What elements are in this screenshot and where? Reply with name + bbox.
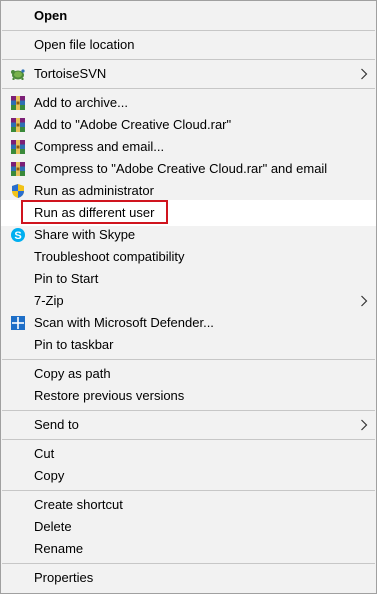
menu-item-label: Scan with Microsoft Defender...: [34, 315, 214, 330]
chevron-right-icon: [361, 68, 368, 80]
menu-item-label: Add to "Adobe Creative Cloud.rar": [34, 117, 232, 132]
winrar-icon: [11, 162, 25, 176]
menu-item-pin-to-start[interactable]: Pin to Start: [1, 268, 376, 290]
tortoisesvn-icon: [11, 69, 25, 80]
menu-item-label: Restore previous versions: [34, 388, 185, 403]
menu-item-label: Run as administrator: [34, 183, 154, 198]
menu-separator: [2, 410, 375, 411]
menu-item-label: Copy: [34, 468, 65, 483]
menu-item-label: Create shortcut: [34, 497, 123, 512]
menu-item-label: Compress to "Adobe Creative Cloud.rar" a…: [34, 161, 328, 176]
context-menu: Open Open file location TortoiseSVN Add …: [0, 0, 377, 594]
menu-item-open-file-location[interactable]: Open file location: [1, 34, 376, 56]
menu-item-share-with-skype[interactable]: S Share with Skype: [1, 224, 376, 246]
menu-item-label: Pin to Start: [34, 271, 99, 286]
menu-item-label: Send to: [34, 417, 79, 432]
menu-item-label: Pin to taskbar: [34, 337, 114, 352]
menu-item-open[interactable]: Open: [1, 5, 376, 27]
menu-item-cut[interactable]: Cut: [1, 443, 376, 465]
svg-text:S: S: [14, 230, 21, 242]
menu-item-tortoisesvn[interactable]: TortoiseSVN: [1, 63, 376, 85]
menu-item-label: Rename: [34, 541, 84, 556]
winrar-icon: [11, 118, 25, 132]
menu-separator: [2, 359, 375, 360]
menu-item-copy-as-path[interactable]: Copy as path: [1, 363, 376, 385]
menu-separator: [2, 563, 375, 564]
menu-item-pin-to-taskbar[interactable]: Pin to taskbar: [1, 334, 376, 356]
menu-item-compress-and-email[interactable]: Compress and email...: [1, 136, 376, 158]
menu-item-properties[interactable]: Properties: [1, 567, 376, 589]
menu-item-rename[interactable]: Rename: [1, 538, 376, 560]
menu-item-label: Share with Skype: [34, 227, 136, 242]
chevron-right-icon: [361, 295, 368, 307]
highlight-box: [21, 200, 168, 224]
menu-item-7-zip[interactable]: 7-Zip: [1, 290, 376, 312]
menu-item-scan-with-defender[interactable]: Scan with Microsoft Defender...: [1, 312, 376, 334]
menu-separator: [2, 88, 375, 89]
uac-shield-icon: [12, 184, 24, 198]
menu-item-run-as-administrator[interactable]: Run as administrator: [1, 180, 376, 202]
defender-icon: [11, 316, 25, 330]
menu-item-label: Copy as path: [34, 366, 111, 381]
winrar-icon: [11, 96, 25, 110]
menu-item-label: Delete: [34, 519, 72, 534]
menu-separator: [2, 439, 375, 440]
menu-item-label: Open file location: [34, 37, 135, 52]
menu-item-add-to-archive[interactable]: Add to archive...: [1, 92, 376, 114]
menu-item-send-to[interactable]: Send to: [1, 414, 376, 436]
menu-item-copy[interactable]: Copy: [1, 465, 376, 487]
menu-item-label: Compress and email...: [34, 139, 165, 154]
menu-item-add-to-rar[interactable]: Add to "Adobe Creative Cloud.rar": [1, 114, 376, 136]
menu-item-label: Troubleshoot compatibility: [34, 249, 185, 264]
menu-separator: [2, 490, 375, 491]
menu-separator: [2, 59, 375, 60]
chevron-right-icon: [361, 419, 368, 431]
menu-item-label: Add to archive...: [34, 95, 128, 110]
menu-separator: [2, 30, 375, 31]
menu-item-restore-previous-versions[interactable]: Restore previous versions: [1, 385, 376, 407]
menu-item-compress-to-rar-and-email[interactable]: Compress to "Adobe Creative Cloud.rar" a…: [1, 158, 376, 180]
menu-item-create-shortcut[interactable]: Create shortcut: [1, 494, 376, 516]
menu-item-label: Cut: [34, 446, 55, 461]
menu-item-label: Properties: [34, 570, 94, 585]
menu-item-troubleshoot-compatibility[interactable]: Troubleshoot compatibility: [1, 246, 376, 268]
menu-item-label: Open: [34, 8, 68, 23]
menu-item-label: 7-Zip: [34, 293, 64, 308]
menu-item-delete[interactable]: Delete: [1, 516, 376, 538]
menu-item-label: TortoiseSVN: [34, 66, 107, 81]
winrar-icon: [11, 140, 25, 154]
skype-icon: S: [11, 228, 25, 242]
